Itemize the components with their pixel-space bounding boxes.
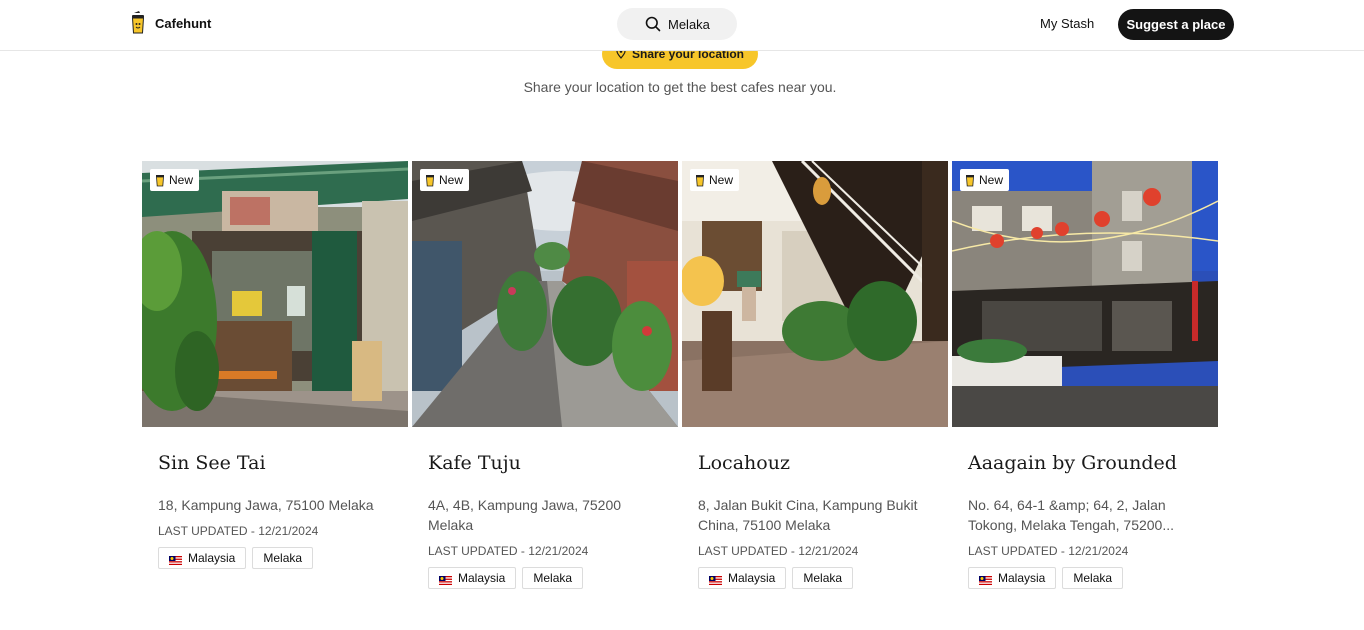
malaysia-flag-icon: [439, 574, 452, 585]
tag-list: Malaysia Melaka: [698, 567, 854, 589]
malaysia-flag-icon: [709, 574, 722, 585]
cafe-photo[interactable]: New: [682, 161, 948, 427]
malaysia-flag-icon: [169, 554, 182, 565]
badge-label: New: [979, 173, 1004, 187]
cafe-address: No. 64, 64-1 &amp; 64, 2, Jalan Tokong, …: [968, 497, 1175, 533]
cafe-photo[interactable]: New: [412, 161, 678, 427]
cafe-photo[interactable]: New: [952, 161, 1218, 427]
cafe-address: 8, Jalan Bukit Cina, Kampung Bukit China…: [698, 497, 918, 533]
cafe-name[interactable]: Locahouz: [698, 452, 790, 474]
cafe-card[interactable]: New Kafe Tuju 4A, 4B, Kampung Jawa, 7520…: [412, 161, 678, 601]
last-updated: LAST UPDATED - 12/21/2024: [158, 524, 319, 538]
tag-list: Malaysia Melaka: [968, 567, 1124, 589]
new-badge: New: [690, 169, 740, 191]
brand-link[interactable]: Cafehunt: [129, 11, 211, 35]
cafe-card[interactable]: New Sin See Tai 18, Kampung Jawa, 75100 …: [142, 161, 408, 601]
tag-list: Malaysia Melaka: [158, 547, 314, 569]
cafe-card[interactable]: New Locahouz 8, Jalan Bukit Cina, Kampun…: [682, 161, 948, 601]
search-bar[interactable]: Melaka: [617, 8, 737, 40]
malaysia-flag-icon: [979, 574, 992, 585]
last-updated: LAST UPDATED - 12/21/2024: [698, 544, 859, 558]
coffee-cup-icon: [965, 173, 975, 187]
city-tag[interactable]: Melaka: [252, 547, 314, 569]
cafe-card[interactable]: New Aaagain by Grounded No. 64, 64-1 &am…: [952, 161, 1218, 601]
cafe-photo[interactable]: New: [142, 161, 408, 427]
cafe-name[interactable]: Aaagain by Grounded: [968, 452, 1177, 474]
location-hint: Share your location to get the best cafe…: [523, 79, 837, 95]
coffee-cup-icon: [425, 173, 435, 187]
coffee-cup-icon: [155, 173, 165, 187]
cafe-address: 18, Kampung Jawa, 75100 Melaka: [158, 497, 374, 513]
country-label: Malaysia: [188, 551, 236, 565]
city-tag[interactable]: Melaka: [792, 567, 854, 589]
cafe-address: 4A, 4B, Kampung Jawa, 75200 Melaka: [428, 497, 622, 533]
coffee-cup-icon: [695, 173, 705, 187]
country-tag[interactable]: Malaysia: [158, 547, 247, 569]
my-stash-link[interactable]: My Stash: [1040, 16, 1094, 31]
city-tag[interactable]: Melaka: [522, 567, 584, 589]
country-label: Malaysia: [458, 571, 506, 585]
badge-label: New: [709, 173, 734, 187]
badge-label: New: [439, 173, 464, 187]
last-updated: LAST UPDATED - 12/21/2024: [968, 544, 1129, 558]
new-badge: New: [420, 169, 470, 191]
brand-name: Cafehunt: [155, 15, 212, 31]
badge-label: New: [169, 173, 194, 187]
new-badge: New: [150, 169, 200, 191]
cafe-name[interactable]: Kafe Tuju: [428, 452, 521, 474]
cafe-name[interactable]: Sin See Tai: [158, 452, 266, 474]
last-updated: LAST UPDATED - 12/21/2024: [428, 544, 589, 558]
country-label: Malaysia: [998, 571, 1046, 585]
search-icon: [645, 16, 661, 32]
coffee-cup-icon: [129, 11, 147, 35]
country-tag[interactable]: Malaysia: [968, 567, 1057, 589]
city-tag[interactable]: Melaka: [1062, 567, 1124, 589]
country-label: Malaysia: [728, 571, 776, 585]
country-tag[interactable]: Malaysia: [698, 567, 787, 589]
new-badge: New: [960, 169, 1010, 191]
suggest-place-button[interactable]: Suggest a place: [1118, 9, 1234, 40]
search-value: Melaka: [668, 17, 710, 32]
country-tag[interactable]: Malaysia: [428, 567, 517, 589]
tag-list: Malaysia Melaka: [428, 567, 584, 589]
top-navigation: Cafehunt Melaka My Stash Suggest a place: [0, 0, 1364, 51]
cafe-grid: New Sin See Tai 18, Kampung Jawa, 75100 …: [142, 161, 1222, 601]
